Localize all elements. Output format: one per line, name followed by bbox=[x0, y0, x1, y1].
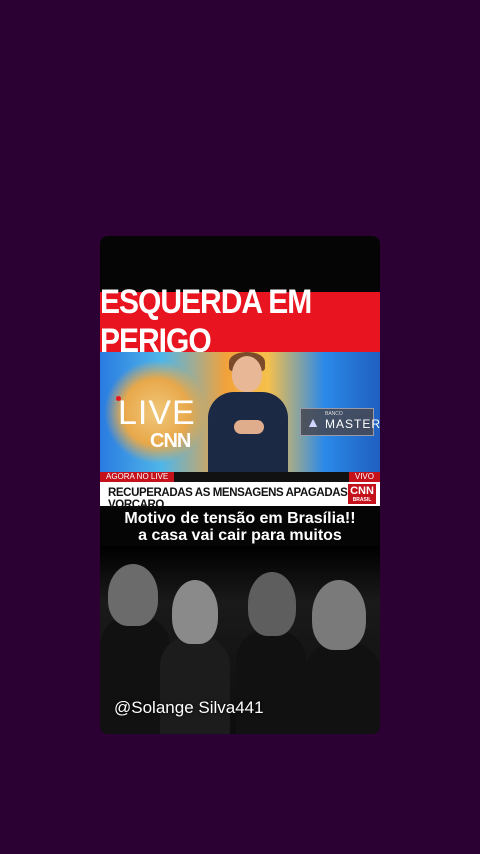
presenter-hands bbox=[234, 420, 264, 434]
caption: Motivo de tensão em Brasília!! a casa va… bbox=[100, 510, 380, 544]
headline-text: ESQUERDA EM PERIGO bbox=[100, 282, 312, 360]
person-4-suit bbox=[306, 642, 380, 734]
person-2-head bbox=[172, 580, 218, 644]
news-studio-frame: LIVE CNN ▲ BANCO MASTER bbox=[100, 352, 380, 472]
person-4-head bbox=[312, 580, 366, 650]
vivo-tag: VIVO bbox=[348, 472, 380, 482]
agora-no-live-tag: AGORA NO LIVE bbox=[100, 472, 175, 482]
sponsor-big-text: MASTER bbox=[325, 417, 380, 431]
person-3-suit bbox=[236, 630, 306, 734]
person-3-head bbox=[248, 572, 296, 636]
live-logo-text: LIVE bbox=[118, 394, 196, 432]
caption-line-1: Motivo de tensão em Brasília!! bbox=[124, 510, 356, 527]
ticker-bar: AGORA NO LIVE VIVO bbox=[100, 472, 380, 482]
sponsor-m-icon: ▲ bbox=[306, 414, 320, 430]
presenter-head bbox=[232, 356, 262, 392]
video-card[interactable]: ESQUERDA EM PERIGO LIVE CNN ▲ BANCO MAST… bbox=[100, 236, 380, 734]
creator-handle: @Solange Silva441 bbox=[114, 698, 264, 717]
cnn-brasil-logo: CNN BRASIL bbox=[348, 484, 376, 504]
headline-banner: ESQUERDA EM PERIGO bbox=[100, 283, 380, 360]
sponsor-sign: ▲ BANCO MASTER bbox=[300, 408, 380, 436]
person-2-body bbox=[160, 636, 230, 734]
cnn-logo-text: CNN bbox=[150, 430, 191, 452]
cnn-logo-sub: BRASIL bbox=[352, 497, 372, 503]
presenter-figure bbox=[204, 352, 294, 472]
cnn-logo-label: CNN bbox=[350, 485, 374, 497]
lower-third-text: RECUPERADAS AS MENSAGENS APAGADAS DE VOR… bbox=[108, 487, 366, 511]
caption-line-2: a casa vai cair para muitos bbox=[138, 527, 342, 544]
person-1-head bbox=[108, 564, 158, 626]
lower-third: RECUPERADAS AS MENSAGENS APAGADAS DE VOR… bbox=[100, 482, 380, 511]
